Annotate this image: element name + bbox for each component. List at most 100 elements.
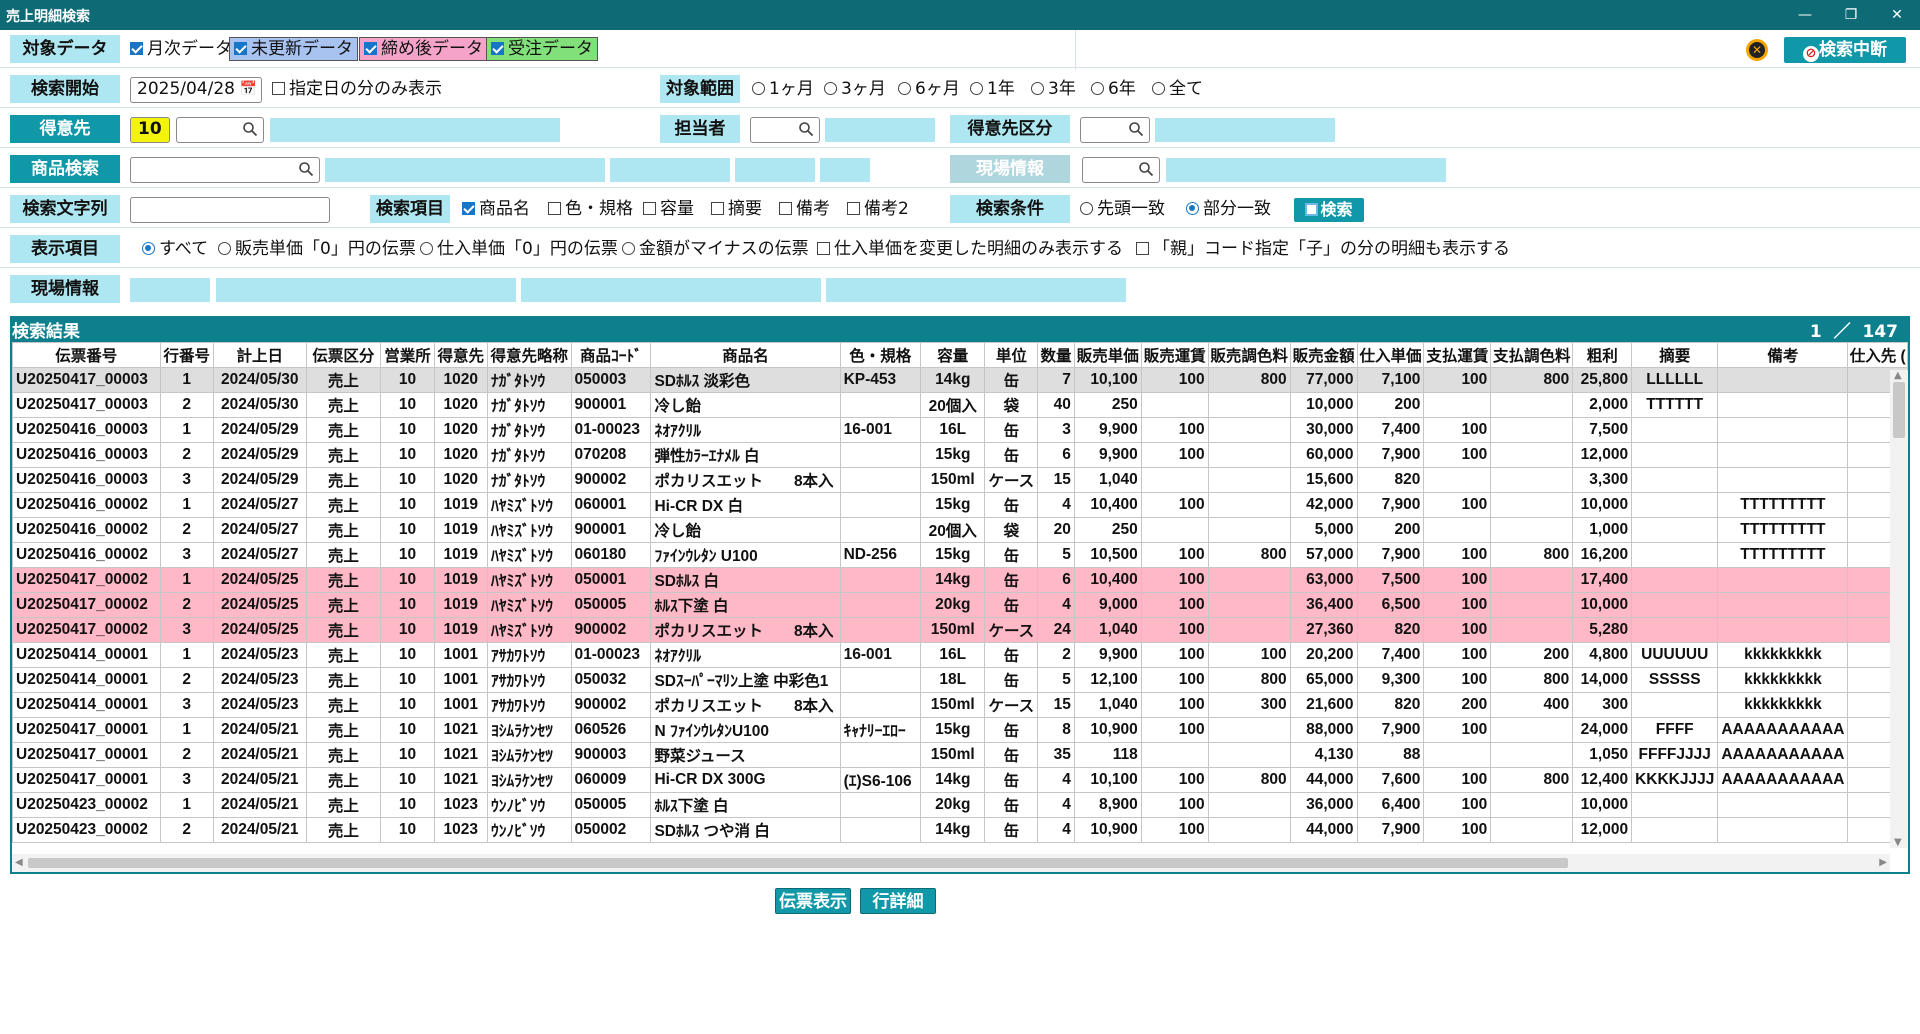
column-header[interactable]: 摘要 (1631, 342, 1719, 368)
table-cell[interactable]: 2024/05/21 (212, 767, 307, 793)
table-cell[interactable] (1207, 517, 1291, 543)
table-cell[interactable]: 060001 (570, 492, 652, 518)
table-cell[interactable]: 100 (1423, 767, 1492, 793)
table-cell[interactable]: SDﾎﾙｽ 淡彩色 (650, 367, 841, 393)
table-cell[interactable]: 20個入 (920, 517, 986, 543)
table-cell[interactable]: 10 (380, 792, 435, 818)
field-note-checkbox[interactable]: 備考 (779, 198, 830, 220)
table-cell[interactable]: 1001 (433, 692, 488, 718)
table-cell[interactable]: 050003 (570, 367, 652, 393)
table-cell[interactable] (1207, 817, 1291, 843)
table-cell[interactable]: 缶 (984, 592, 1039, 618)
table-cell[interactable]: 1019 (433, 542, 488, 568)
table-cell[interactable]: 1,000 (1572, 517, 1633, 543)
table-cell[interactable]: 2 (159, 392, 214, 418)
changed-only-checkbox[interactable]: 仕入単価を変更した明細のみ表示する (817, 238, 1123, 260)
table-cell[interactable]: 15,600 (1289, 467, 1358, 493)
table-cell[interactable]: ポカリスエット 8本入 (650, 692, 841, 718)
table-cell[interactable]: 10,400 (1073, 567, 1142, 593)
table-cell[interactable]: 65,000 (1289, 667, 1358, 693)
table-cell[interactable]: 8 (1037, 717, 1075, 743)
table-cell[interactable]: 缶 (984, 542, 1039, 568)
table-cell[interactable]: 100 (1423, 667, 1492, 693)
table-cell[interactable]: 売上 (305, 592, 382, 618)
table-cell[interactable]: 5 (1037, 667, 1075, 693)
table-cell[interactable]: 200 (1356, 392, 1425, 418)
table-cell[interactable]: 1021 (433, 717, 488, 743)
table-cell[interactable]: 売上 (305, 467, 382, 493)
table-cell[interactable]: 01-00023 (570, 417, 652, 443)
table-cell[interactable]: ﾅｶﾞﾀﾄｿｳ (486, 367, 572, 393)
table-cell[interactable]: AAAAAAAAAAA (1717, 742, 1849, 768)
table-cell[interactable]: 17,400 (1572, 567, 1633, 593)
table-cell[interactable]: 6,500 (1356, 592, 1425, 618)
table-cell[interactable]: 27,360 (1289, 617, 1358, 643)
table-cell[interactable]: 1001 (433, 642, 488, 668)
table-cell[interactable]: 100 (1423, 367, 1492, 393)
site-info-disabled-label[interactable]: 現場情報 (950, 155, 1070, 183)
table-row[interactable]: U20250416_00003 2 2024/05/29 売上 10 1020 ﾅｶﾞﾀﾄｿ… (12, 442, 1908, 468)
table-cell[interactable]: 10 (380, 567, 435, 593)
table-cell[interactable] (1207, 592, 1291, 618)
table-cell[interactable]: 売上 (305, 392, 382, 418)
table-cell[interactable]: 袋 (984, 517, 1039, 543)
order-checkbox[interactable]: 受注データ (486, 37, 598, 61)
table-cell[interactable]: 1,040 (1073, 617, 1142, 643)
table-cell[interactable]: 10 (380, 767, 435, 793)
table-cell[interactable]: 10,900 (1073, 817, 1142, 843)
table-cell[interactable] (1490, 817, 1574, 843)
table-cell[interactable]: 16L (920, 417, 986, 443)
table-cell[interactable]: 15kg (920, 442, 986, 468)
range-1y-radio[interactable]: 1年 (970, 78, 1015, 100)
column-header[interactable]: 支払運賃 (1423, 342, 1492, 368)
table-cell[interactable]: 100 (1423, 592, 1492, 618)
table-cell[interactable]: 40 (1037, 392, 1075, 418)
table-cell[interactable]: kkkkkkkkk (1717, 667, 1849, 693)
table-cell[interactable]: TTTTTTTTT (1717, 542, 1849, 568)
table-cell[interactable]: FFFFJJJJ (1631, 742, 1719, 768)
table-cell[interactable]: 100 (1423, 567, 1492, 593)
table-cell[interactable]: ﾊﾔﾐｽﾞﾄｿｳ (486, 492, 572, 518)
table-cell[interactable]: 200 (1490, 642, 1574, 668)
table-cell[interactable]: 050005 (570, 592, 652, 618)
table-cell[interactable] (1717, 467, 1849, 493)
table-cell[interactable]: 150ml (920, 742, 986, 768)
table-cell[interactable] (1490, 792, 1574, 818)
field-memo-checkbox[interactable]: 摘要 (711, 198, 762, 220)
table-cell[interactable]: U20250417_00003 (12, 392, 161, 418)
table-cell[interactable]: 3 (159, 467, 214, 493)
table-cell[interactable] (1207, 392, 1291, 418)
table-cell[interactable]: 10 (380, 642, 435, 668)
column-header[interactable]: 行番号 (159, 342, 214, 368)
customer-label[interactable]: 得意先 (10, 115, 120, 143)
table-cell[interactable]: 63,000 (1289, 567, 1358, 593)
table-cell[interactable]: 7,500 (1572, 417, 1633, 443)
table-cell[interactable]: 10 (380, 617, 435, 643)
table-cell[interactable]: ﾈｵｱｸﾘﾙ (650, 417, 841, 443)
table-cell[interactable]: 150ml (920, 617, 986, 643)
table-cell[interactable]: 16-001 (839, 417, 922, 443)
table-cell[interactable]: 2024/05/30 (212, 392, 307, 418)
table-cell[interactable] (1631, 617, 1719, 643)
table-cell[interactable]: 売上 (305, 717, 382, 743)
table-cell[interactable]: U20250416_00002 (12, 542, 161, 568)
table-cell[interactable]: 900002 (570, 617, 652, 643)
display-all-radio[interactable]: すべて (142, 238, 208, 260)
table-cell[interactable]: 12,100 (1073, 667, 1142, 693)
table-cell[interactable]: 7,400 (1356, 642, 1425, 668)
table-cell[interactable]: 100 (1140, 542, 1209, 568)
table-cell[interactable] (1717, 392, 1849, 418)
table-cell[interactable]: 4,800 (1572, 642, 1633, 668)
table-cell[interactable]: 1020 (433, 417, 488, 443)
table-cell[interactable]: 100 (1140, 492, 1209, 518)
table-cell[interactable] (1490, 417, 1574, 443)
table-cell[interactable]: 15kg (920, 492, 986, 518)
table-cell[interactable]: 1020 (433, 392, 488, 418)
table-cell[interactable]: 1,040 (1073, 467, 1142, 493)
table-cell[interactable]: 2024/05/21 (212, 792, 307, 818)
table-cell[interactable]: ケース (984, 467, 1039, 493)
table-cell[interactable] (1717, 817, 1849, 843)
search-button[interactable]: 検索 (1294, 198, 1364, 222)
table-cell[interactable]: 2024/05/23 (212, 642, 307, 668)
table-row[interactable]: U20250416_00003 1 2024/05/29 売上 10 1020 ﾅｶﾞﾀﾄｿ… (12, 417, 1908, 443)
